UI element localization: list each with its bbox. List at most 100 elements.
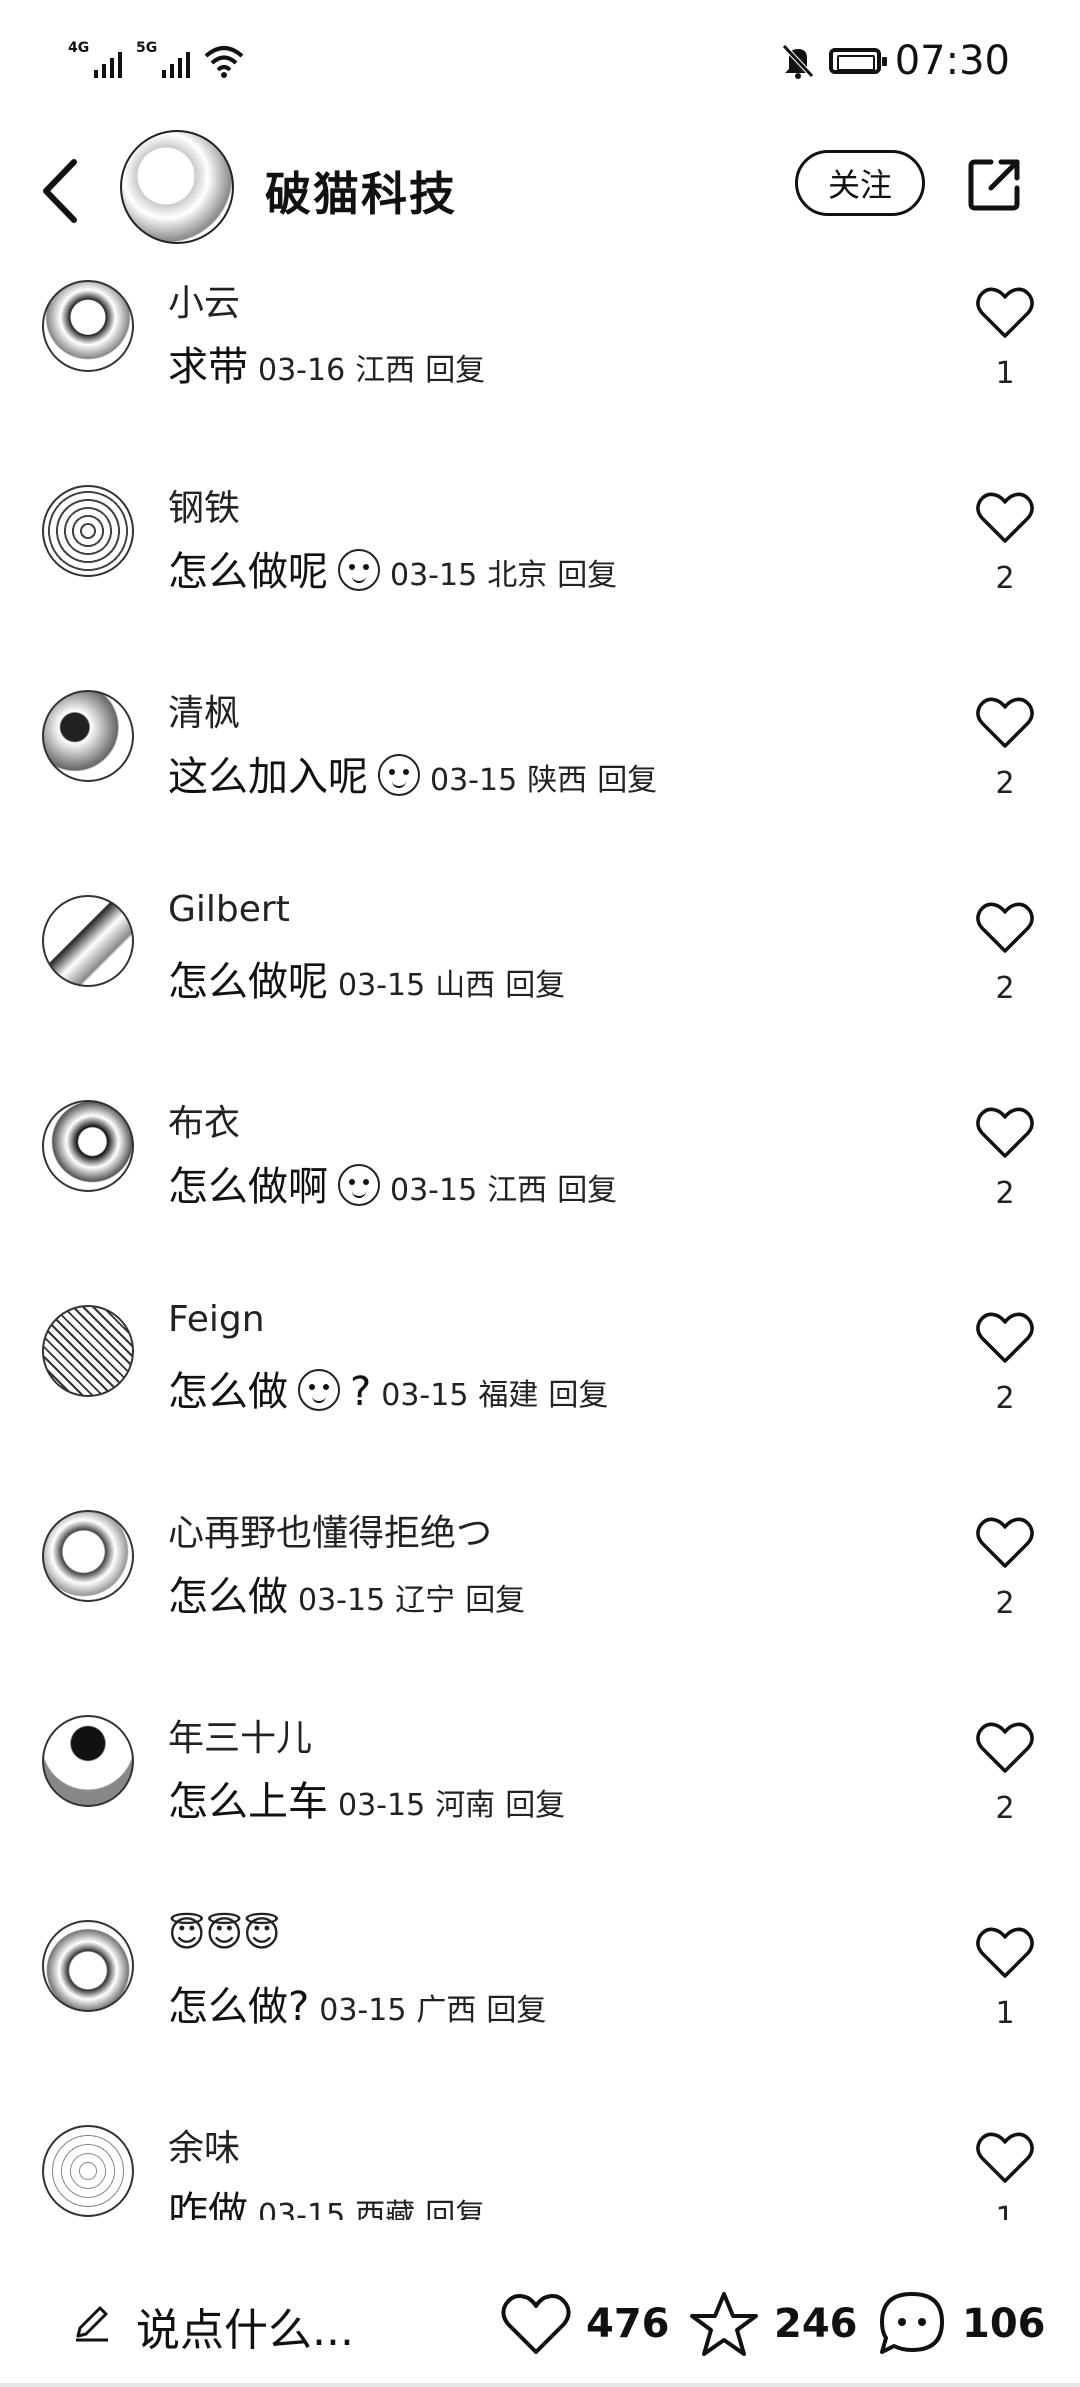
comment-item[interactable]: Gilbert 怎么做呢 03-15 山西 回复 2 [0,885,1080,1090]
comment-item[interactable]: 😇😇😇 怎么做? 03-15 广西 回复 1 [0,1910,1080,2115]
like-count: 2 [995,1176,1015,1211]
comment-button[interactable]: 106 [876,2290,1046,2358]
like-count: 2 [995,1381,1015,1416]
like-heart-icon[interactable] [975,1309,1035,1365]
signal-4g-icon: 4G [68,40,122,78]
comment-item[interactable]: 心再野也懂得拒绝つ怎么做 03-15 辽宁 回复 2 [0,1500,1080,1705]
emoji-face-icon [298,1369,340,1411]
commenter-avatar[interactable] [42,485,134,577]
comment-body: 咋做 03-15 西藏 回复 [168,2179,485,2220]
commenter-avatar[interactable] [42,1715,134,1807]
comment-date: 03-15 [390,1173,478,1208]
like-heart-icon[interactable] [975,1719,1035,1775]
like-heart-icon[interactable] [975,2129,1035,2185]
reply-button[interactable]: 回复 [557,1165,617,1209]
commenter-avatar[interactable] [42,1305,134,1397]
reply-button[interactable]: 回复 [425,2190,485,2220]
like-heart-icon[interactable] [975,1104,1035,1160]
favorite-count: 246 [774,2301,858,2347]
reply-button[interactable]: 回复 [425,345,485,389]
like-heart-icon[interactable] [975,694,1035,750]
like-heart-icon[interactable] [975,489,1035,545]
comment-body: 怎么做啊 03-15 江西 回复 [168,1154,617,1212]
follow-button[interactable]: 关注 [795,150,925,216]
account-avatar[interactable] [120,130,234,244]
emoji-face-icon [338,1164,380,1206]
star-icon [690,2292,758,2356]
battery-icon [828,48,887,74]
reply-button[interactable]: 回复 [465,1575,525,1619]
comment-item[interactable]: 年三十儿 怎么上车 03-15 河南 回复 2 [0,1705,1080,1910]
commenter-name[interactable]: 年三十儿 [168,1709,312,1761]
commenter-name[interactable]: 布衣 [168,1094,240,1146]
comment-text: 怎么做 [168,1574,288,1620]
commenter-avatar[interactable] [42,1100,134,1192]
comment-body: 怎么做呢 03-15 北京 回复 [168,539,617,597]
reply-button[interactable]: 回复 [505,960,565,1004]
commenter-name[interactable]: Feign [168,1299,265,1340]
comment-date: 03-15 [338,968,426,1003]
comment-suffix: ? [350,1369,372,1415]
commenter-avatar[interactable] [42,2125,134,2217]
comment-region: 陕西 [527,763,588,798]
back-button[interactable] [38,156,82,226]
comment-body: 怎么做? 03-15 福建 回复 [168,1359,608,1417]
like-button[interactable]: 476 [500,2290,670,2358]
status-bar: 4G 5G 07:30 [0,0,1080,130]
commenter-avatar[interactable] [42,280,134,372]
comment-region: 辽宁 [395,1583,456,1618]
comment-input[interactable]: 说点什么... [136,2294,354,2358]
like-count: 2 [995,1586,1015,1621]
like-count: 1 [995,356,1015,391]
comment-date: 03-15 [319,1993,407,2028]
comment-item[interactable]: Feign 怎么做? 03-15 福建 回复 2 [0,1295,1080,1500]
comment-region: 西藏 [355,2198,416,2220]
commenter-name[interactable]: 钢铁 [168,479,240,531]
comment-item[interactable]: 清枫这么加入呢 03-15 陕西 回复 2 [0,680,1080,885]
like-count: 2 [995,1791,1015,1826]
wifi-icon [204,46,244,78]
comment-region: 北京 [487,558,548,593]
comment-body: 这么加入呢 03-15 陕西 回复 [168,744,657,802]
commenter-name[interactable]: Gilbert [168,889,290,930]
pencil-icon [76,2306,108,2342]
like-count: 2 [995,766,1015,801]
commenter-avatar[interactable] [42,1510,134,1602]
mute-bell-icon [781,44,814,79]
commenter-avatar[interactable] [42,690,134,782]
commenter-avatar[interactable] [42,895,134,987]
account-name[interactable]: 破猫科技 [265,158,457,224]
like-heart-icon[interactable] [975,1514,1035,1570]
like-heart-icon[interactable] [975,899,1035,955]
reply-button[interactable]: 回复 [505,1780,565,1824]
comment-body: 求带 03-16 江西 回复 [168,334,485,392]
comment-text: 求带 [168,344,248,390]
reply-button[interactable]: 回复 [548,1370,608,1414]
commenter-name[interactable]: 小云 [168,274,240,326]
commenter-name[interactable]: 心再野也懂得拒绝つ [168,1504,492,1556]
commenter-name[interactable]: 😇😇😇 [168,1914,281,1955]
comment-item[interactable]: 钢铁 怎么做呢 03-15 北京 回复 2 [0,475,1080,680]
comment-item[interactable]: 布衣怎么做啊 03-15 江西 回复 2 [0,1090,1080,1295]
reply-button[interactable]: 回复 [486,1985,546,2029]
comment-body: 怎么做呢 03-15 山西 回复 [168,949,565,1007]
commenter-name[interactable]: 余味 [168,2119,240,2171]
commenter-name[interactable]: 清枫 [168,684,240,736]
share-icon[interactable] [965,154,1025,214]
emoji-face-icon [378,754,420,796]
comment-bubble-icon [880,2292,944,2354]
comment-count: 106 [962,2301,1046,2347]
like-heart-icon[interactable] [975,284,1035,340]
signal-4g-label: 4G [68,40,90,56]
home-indicator [0,2383,1080,2387]
comment-item[interactable]: 小云求带 03-16 江西 回复 1 [0,270,1080,475]
comment-region: 江西 [355,353,416,388]
comment-item[interactable]: 余味 咋做 03-15 西藏 回复 1 [0,2115,1080,2220]
reply-button[interactable]: 回复 [597,755,657,799]
reply-button[interactable]: 回复 [557,550,617,594]
favorite-button[interactable]: 246 [688,2290,858,2358]
commenter-avatar[interactable] [42,1920,134,2012]
like-heart-icon[interactable] [975,1924,1035,1980]
comment-body: 怎么做 03-15 辽宁 回复 [168,1564,525,1622]
emoji-face-icon [338,549,380,591]
